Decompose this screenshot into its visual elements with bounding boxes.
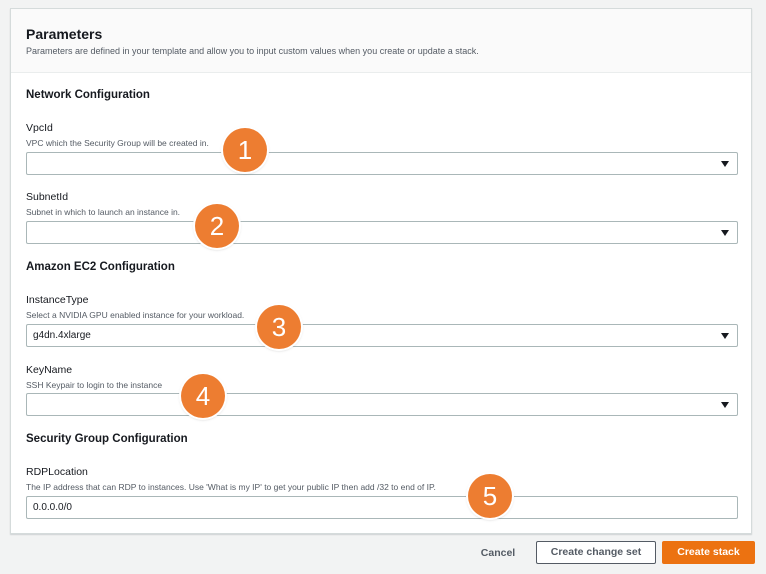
instancetype-select-value: g4dn.4xlarge [33,330,91,341]
instancetype-description: Select a NVIDIA GPU enabled instance for… [26,310,245,320]
instancetype-select[interactable]: g4dn.4xlarge [26,324,738,347]
cancel-button[interactable]: Cancel [470,543,526,563]
caret-down-icon [721,161,729,167]
rdplocation-label: RDPLocation [26,466,88,478]
network-section-title: Network Configuration [26,89,150,101]
parameters-panel: Parameters Parameters are defined in you… [10,8,752,534]
subnetid-label: SubnetId [26,191,69,203]
create-stack-button[interactable]: Create stack [662,541,755,564]
caret-down-icon [721,230,729,236]
keyname-label: KeyName [26,364,73,376]
keyname-select[interactable] [26,393,738,416]
keyname-description: SSH Keypair to login to the instance [26,380,163,390]
callout-badge-4: 4 [181,374,225,418]
parameters-header: Parameters Parameters are defined in you… [11,9,751,73]
callout-badge-3: 3 [257,305,301,349]
subnetid-select[interactable] [26,221,738,244]
vpcid-description: VPC which the Security Group will be cre… [26,138,209,148]
ec2-section-title: Amazon EC2 Configuration [26,261,175,273]
callout-badge-2: 2 [195,204,239,248]
create-change-set-button[interactable]: Create change set [536,541,656,564]
subnetid-description: Subnet in which to launch an instance in… [26,207,181,217]
rdplocation-description: The IP address that can RDP to instances… [26,482,436,492]
security-section-title: Security Group Configuration [26,433,188,445]
parameters-description: Parameters are defined in your template … [26,46,479,56]
vpcid-select[interactable] [26,152,738,175]
instancetype-label: InstanceType [26,294,89,306]
vpcid-label: VpcId [26,122,53,134]
callout-badge-5: 5 [468,474,512,518]
rdplocation-input-value: 0.0.0.0/0 [33,502,72,513]
caret-down-icon [721,402,729,408]
callout-badge-1: 1 [223,128,267,172]
create-stack-page: Parameters Parameters are defined in you… [0,0,766,574]
caret-down-icon [721,333,729,339]
rdplocation-input[interactable]: 0.0.0.0/0 [26,496,738,519]
parameters-title: Parameters [26,26,103,42]
